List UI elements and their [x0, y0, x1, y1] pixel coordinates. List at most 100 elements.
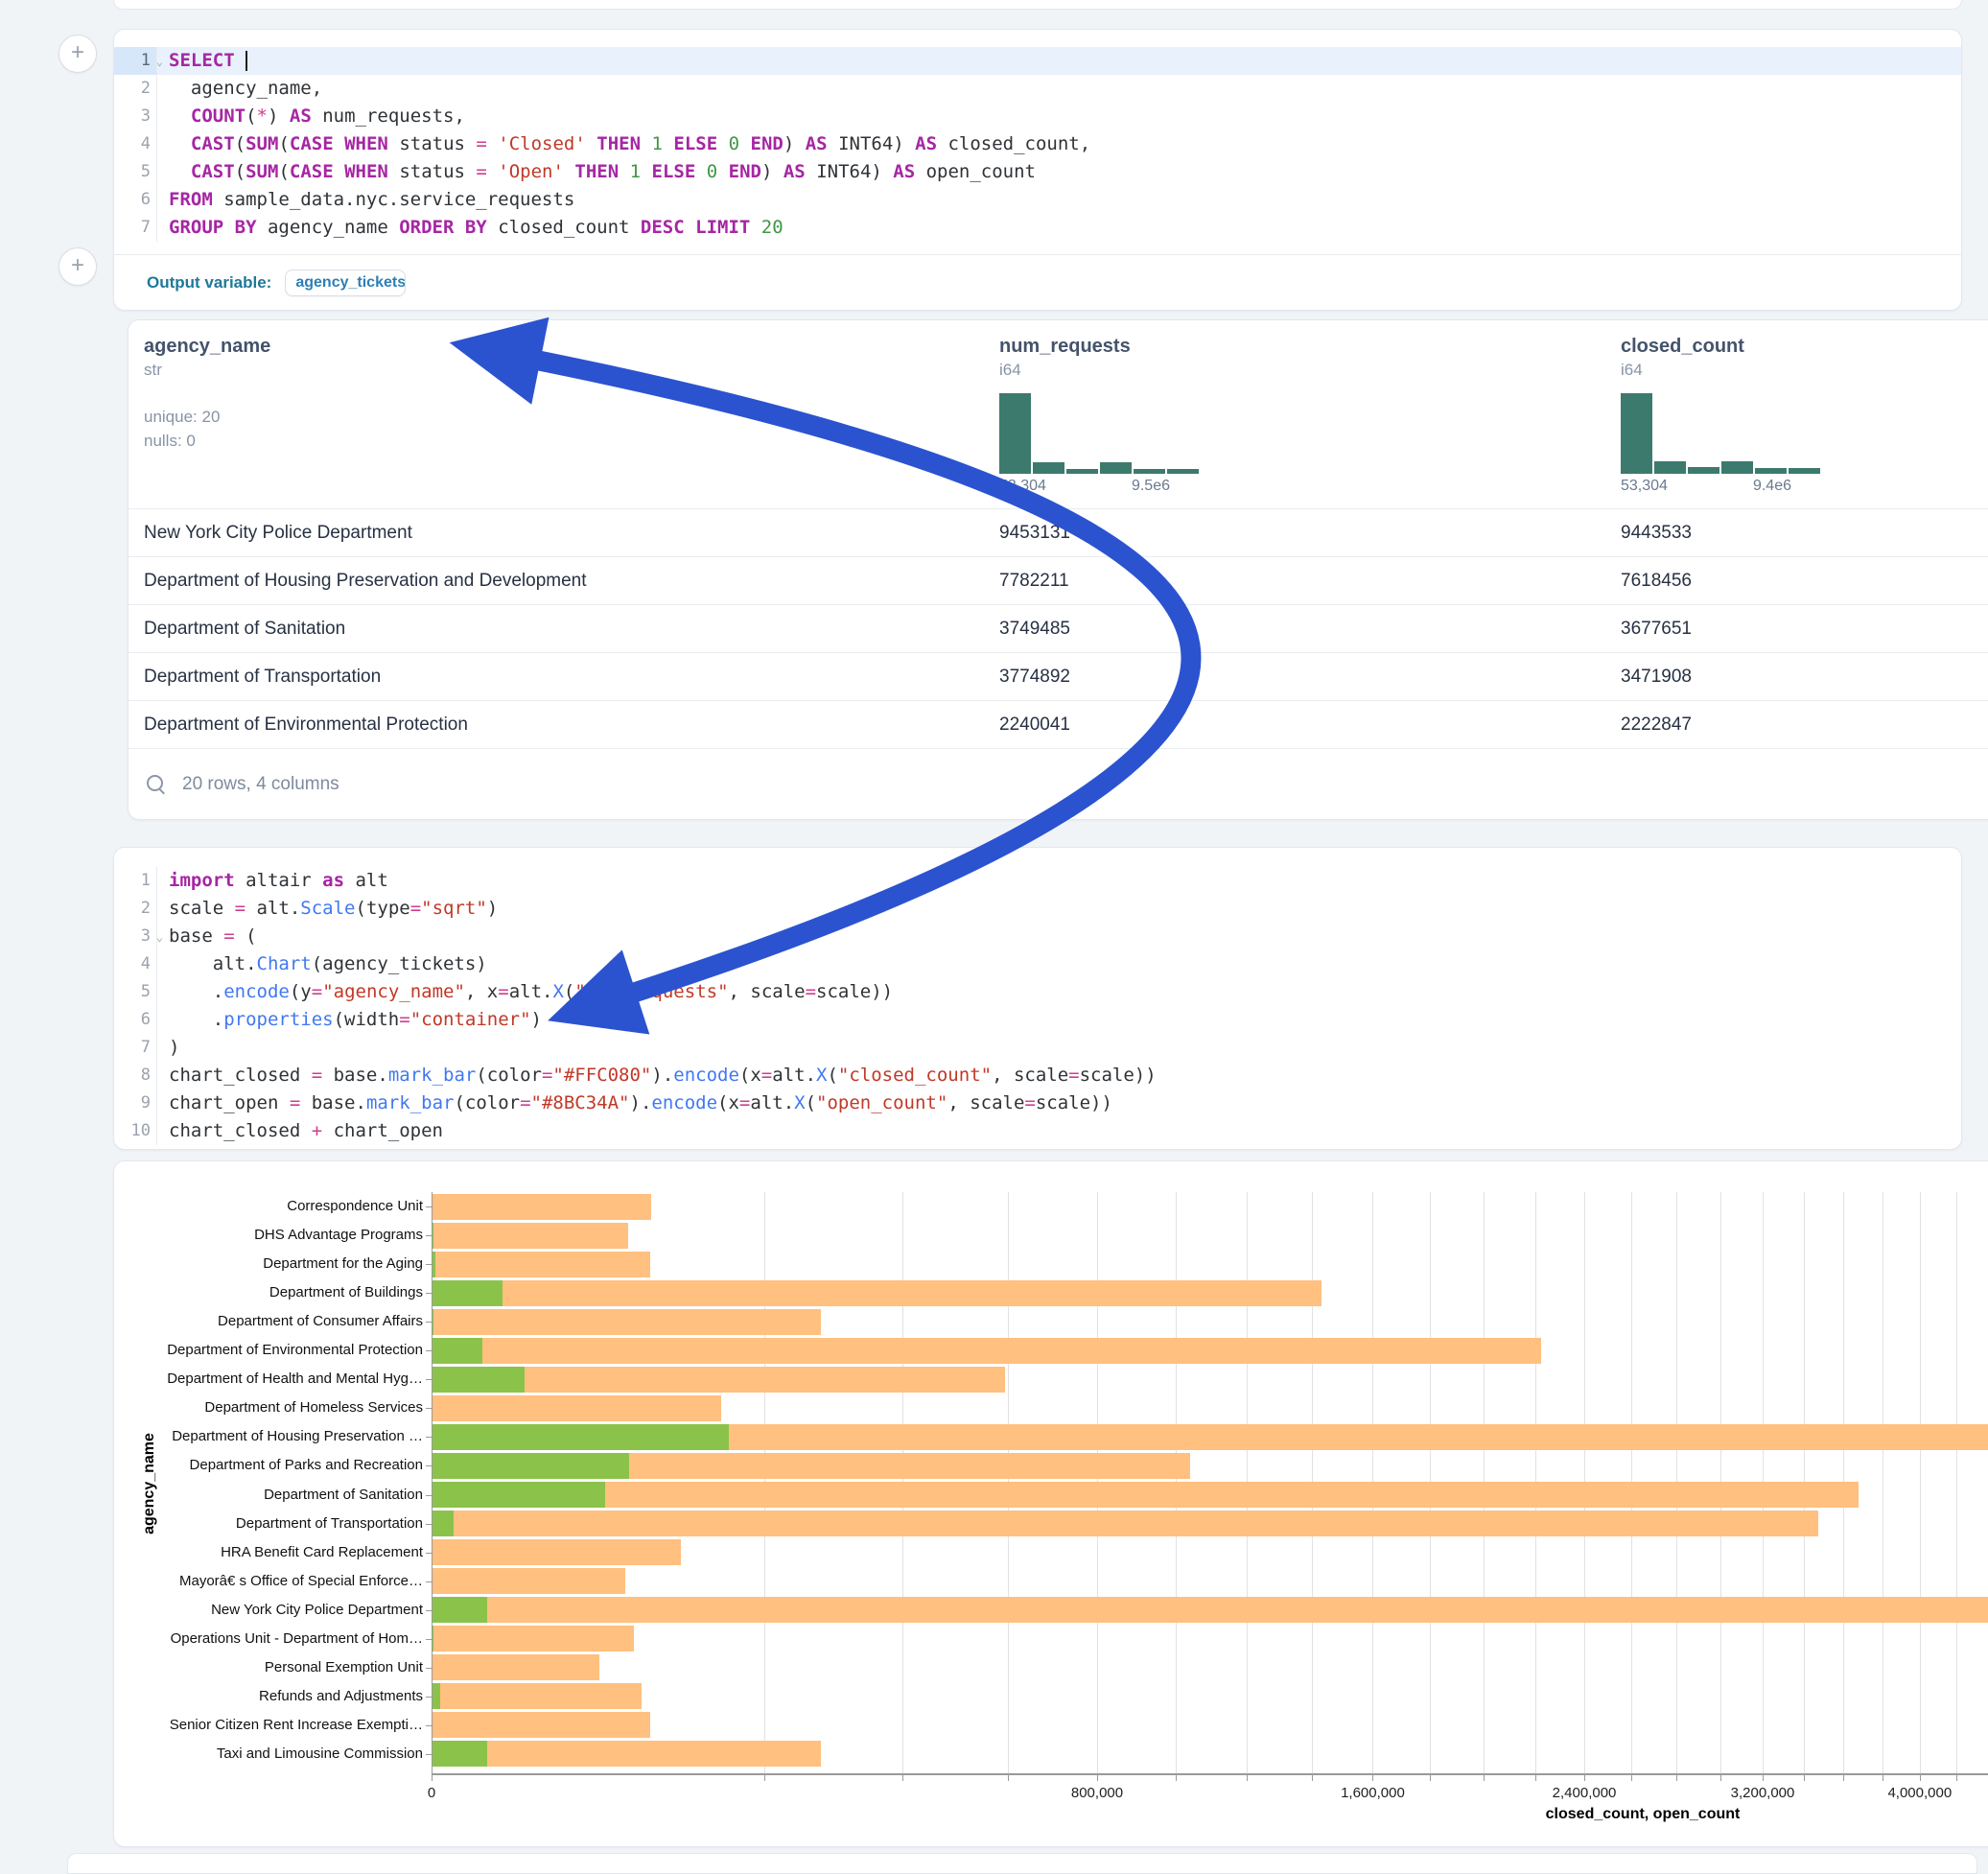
code-token: scale)) [816, 981, 893, 1002]
code-token: (type [356, 898, 410, 919]
bar-open-count [432, 1424, 729, 1450]
code-token: altair [235, 870, 323, 891]
code-token: ELSE [673, 133, 717, 154]
y-axis-line [432, 1192, 433, 1773]
code-token: encode [651, 1092, 717, 1113]
code-token: ( [564, 981, 574, 1002]
code-token: = [498, 981, 508, 1002]
x-tick [432, 1775, 433, 1781]
column-header-agency_name[interactable]: agency_namestrunique: 20nulls: 0 [129, 336, 984, 495]
code-token: 'Open' [498, 161, 564, 182]
code-line[interactable]: 6 .properties(width="container") [114, 1006, 1961, 1034]
histogram-bar [1066, 469, 1098, 474]
code-token: . [169, 981, 223, 1002]
chevron-down-icon[interactable]: ⌄ [156, 48, 163, 76]
code-token [663, 133, 673, 154]
code-line[interactable]: 5 CAST(SUM(CASE WHEN status = 'Open' THE… [114, 158, 1961, 186]
code-token: = [290, 1092, 300, 1113]
code-token: WHEN [344, 161, 388, 182]
code-line-text: COUNT(*) AS num_requests, [157, 103, 1961, 130]
bar-open-count [432, 1482, 605, 1508]
output-variable-label: Output variable: [147, 273, 271, 293]
histogram-bar [1654, 461, 1686, 474]
code-token: ( [235, 133, 246, 154]
code-line-text: chart_closed + chart_open [157, 1117, 1961, 1145]
python-editor[interactable]: 1import altair as alt2scale = alt.Scale(… [114, 848, 1961, 1145]
code-line[interactable]: 2scale = alt.Scale(type="sqrt") [114, 895, 1961, 923]
code-token: ( [235, 925, 257, 947]
bar-closed-count [432, 1654, 599, 1680]
code-token: (x [717, 1092, 739, 1113]
x-tick [764, 1775, 765, 1781]
code-token: ( [235, 161, 246, 182]
code-token: alt. [246, 898, 300, 919]
line-number: 2 [114, 75, 157, 103]
x-tick [1008, 1775, 1009, 1781]
code-token: CASE [290, 133, 334, 154]
column-header-closed_count[interactable]: closed_counti6453,3049.4e6 [1605, 336, 1988, 495]
code-line[interactable]: 3⌄base = ( [114, 923, 1961, 950]
code-token: INT64) [828, 133, 916, 154]
code-line[interactable]: 5 .encode(y="agency_name", x=alt.X("num_… [114, 978, 1961, 1006]
x-tick [1176, 1775, 1177, 1781]
line-number: 1 [114, 867, 157, 895]
bar-open-count [432, 1511, 454, 1536]
code-line[interactable]: 4 alt.Chart(agency_tickets) [114, 950, 1961, 978]
code-token: agency_name [257, 217, 400, 238]
bar-closed-count [432, 1539, 681, 1565]
code-token: ( [246, 105, 256, 127]
code-token: = [761, 1065, 772, 1086]
code-token: SELECT [169, 50, 235, 71]
code-line[interactable]: 3 COUNT(*) AS num_requests, [114, 103, 1961, 130]
code-token: = [312, 981, 322, 1002]
x-tick [1247, 1775, 1248, 1781]
code-token: alt. [509, 981, 553, 1002]
add-cell-button[interactable]: + [58, 247, 97, 286]
chevron-down-icon[interactable]: ⌄ [156, 924, 163, 951]
code-token: scale)) [1036, 1092, 1112, 1113]
code-line[interactable]: 4 CAST(SUM(CASE WHEN status = 'Closed' T… [114, 130, 1961, 158]
code-line[interactable]: 1import altair as alt [114, 867, 1961, 895]
y-axis-label: Department of Health and Mental Hyg… [114, 1370, 423, 1388]
code-token: AS [915, 133, 937, 154]
code-token: open_count [915, 161, 1036, 182]
code-line[interactable]: 2 agency_name, [114, 75, 1961, 103]
column-name: agency_name [144, 336, 984, 358]
y-axis-label: Department of Housing Preservation … [114, 1428, 423, 1445]
code-token: + [312, 1120, 322, 1141]
code-token: ) [268, 105, 290, 127]
y-axis-label: Department of Transportation [114, 1515, 423, 1533]
code-line[interactable]: 1⌄SELECT [114, 47, 1961, 75]
code-token: END [729, 161, 761, 182]
x-tick-label: 4,000,000 [1853, 1785, 1987, 1801]
add-cell-button[interactable]: + [58, 35, 97, 73]
histogram-bar [1721, 461, 1753, 474]
search-icon[interactable] [146, 774, 167, 795]
code-line[interactable]: 6FROM sample_data.nyc.service_requests [114, 186, 1961, 214]
code-line[interactable]: 7GROUP BY agency_name ORDER BY closed_co… [114, 214, 1961, 242]
code-token: "num_requests" [574, 981, 728, 1002]
code-token: ) [531, 1009, 542, 1030]
x-tick-label: 3,200,000 [1696, 1785, 1830, 1801]
sql-editor[interactable]: 1⌄SELECT 2 agency_name,3 COUNT(*) AS num… [114, 30, 1961, 242]
code-token: chart_open [322, 1120, 443, 1141]
code-token [695, 161, 706, 182]
code-line[interactable]: 7) [114, 1034, 1961, 1062]
line-number: 10 [114, 1117, 157, 1145]
code-line[interactable]: 9chart_open = base.mark_bar(color="#8BC3… [114, 1089, 1961, 1117]
code-token: ) [784, 133, 806, 154]
python-cell-card: 1import altair as alt2scale = alt.Scale(… [113, 847, 1962, 1150]
code-token: , x [465, 981, 498, 1002]
line-number: 7 [114, 214, 157, 242]
code-line[interactable]: 8chart_closed = base.mark_bar(color="#FF… [114, 1062, 1961, 1089]
code-line[interactable]: 10chart_closed + chart_open [114, 1117, 1961, 1145]
code-token: "closed_count" [838, 1065, 992, 1086]
column-header-num_requests[interactable]: num_requestsi6453,3049.5e6 [984, 336, 1605, 495]
table-cell: 3749485 [984, 619, 1605, 640]
y-axis-label: Taxi and Limousine Commission [114, 1745, 423, 1763]
code-token: (y [290, 981, 312, 1002]
code-token: base [169, 925, 223, 947]
code-token: ( [827, 1065, 837, 1086]
output-variable-pill[interactable]: agency_tickets [285, 269, 406, 296]
code-token: * [257, 105, 268, 127]
